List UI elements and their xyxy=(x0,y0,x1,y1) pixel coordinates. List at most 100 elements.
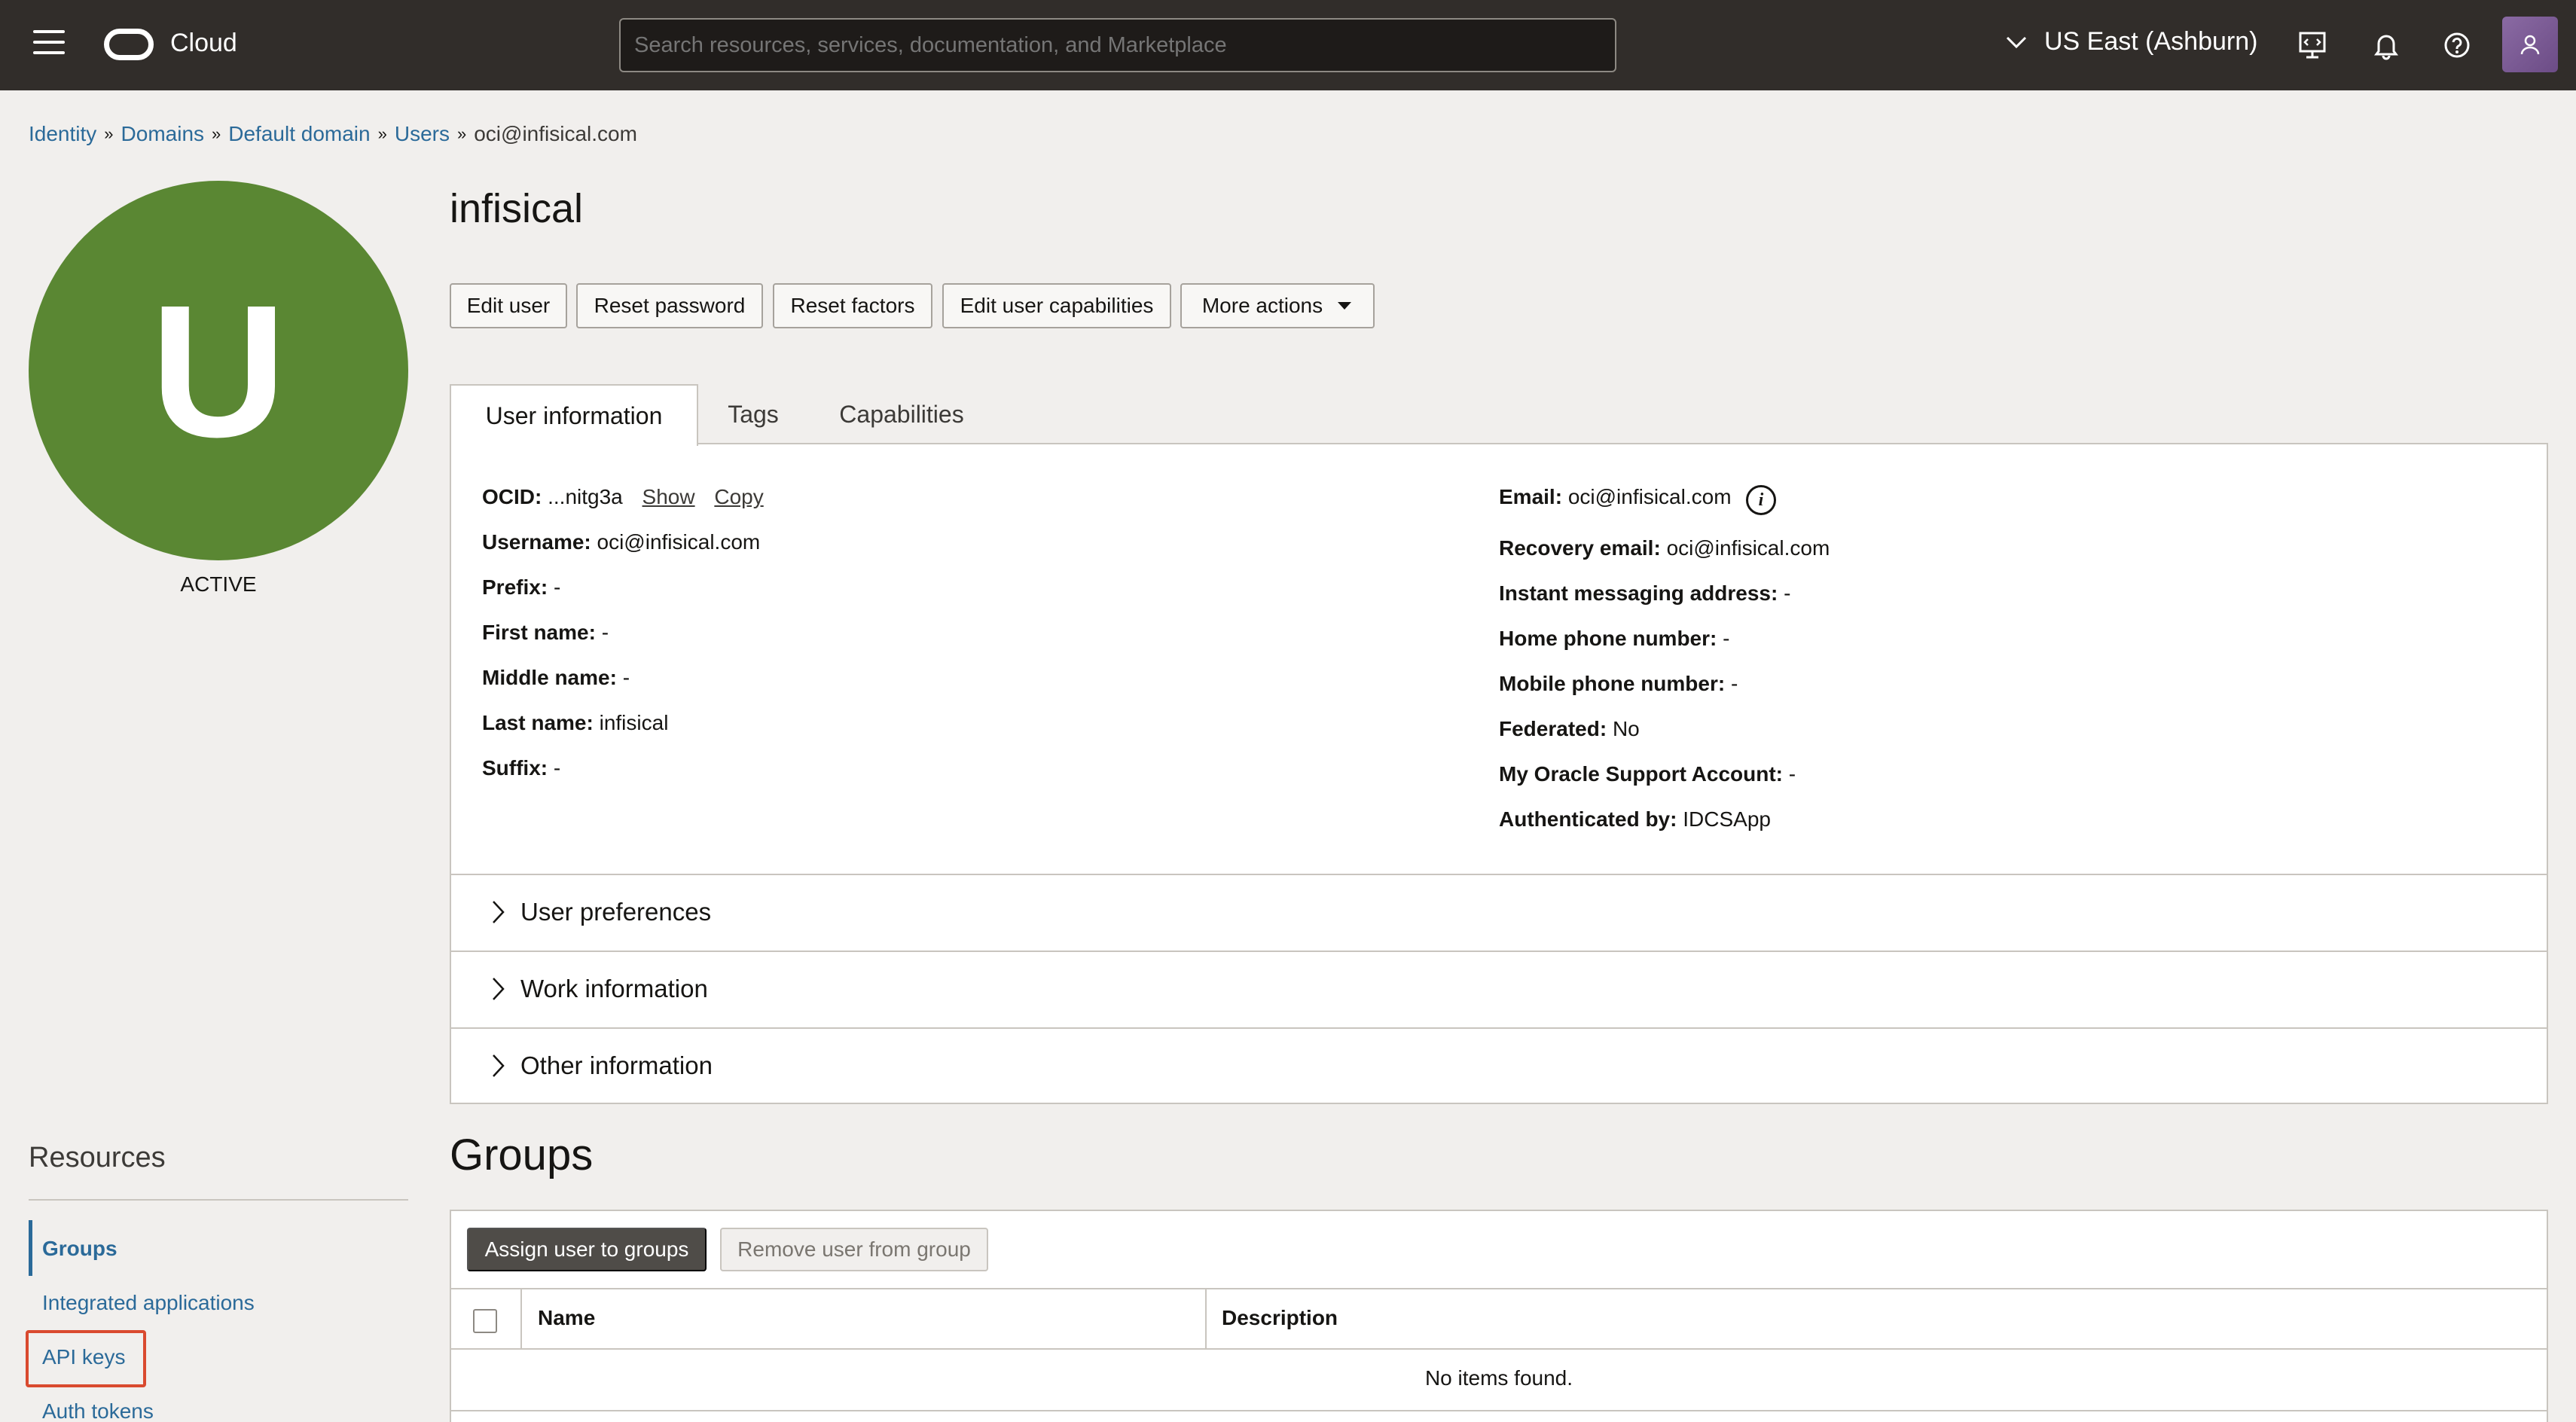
column-header-description[interactable]: Description xyxy=(1222,1306,1338,1330)
breadcrumb-separator: » xyxy=(104,124,114,143)
last-name-label: Last name: xyxy=(482,711,594,734)
first-name-field: First name: - xyxy=(482,621,609,645)
prefix-field: Prefix: - xyxy=(482,575,560,600)
tab-user-information[interactable]: User information xyxy=(450,384,698,446)
ocid-copy-link[interactable]: Copy xyxy=(714,485,763,508)
section-label: Work information xyxy=(520,975,708,1002)
section-label: Other information xyxy=(520,1051,713,1079)
breadcrumb-current: oci@infisical.com xyxy=(474,122,637,145)
user-status: ACTIVE xyxy=(180,572,257,596)
column-divider xyxy=(520,1289,522,1350)
recovery-email-value: oci@infisical.com xyxy=(1666,536,1830,560)
breadcrumb-separator: » xyxy=(212,124,221,143)
federated-value: No xyxy=(1612,717,1640,740)
home-phone-label: Home phone number: xyxy=(1499,627,1717,650)
email-label: Email: xyxy=(1499,485,1563,508)
recovery-email-label: Recovery email: xyxy=(1499,536,1661,560)
edit-user-button[interactable]: Edit user xyxy=(450,283,567,328)
authenticated-by-value: IDCSApp xyxy=(1683,807,1771,831)
region-selector[interactable]: US East (Ashburn) xyxy=(2005,27,2257,56)
more-actions-button[interactable]: More actions xyxy=(1180,283,1375,328)
suffix-label: Suffix: xyxy=(482,756,548,780)
assign-user-to-groups-button[interactable]: Assign user to groups xyxy=(467,1228,707,1271)
other-information-section[interactable]: Other information xyxy=(451,1027,2547,1103)
first-name-value: - xyxy=(601,621,609,644)
ocid-value: ...nitg3a xyxy=(548,485,623,508)
oracle-support-value: - xyxy=(1788,762,1796,786)
breadcrumb-identity[interactable]: Identity xyxy=(29,122,96,146)
work-information-section[interactable]: Work information xyxy=(451,951,2547,1026)
mobile-phone-field: Mobile phone number: - xyxy=(1499,672,1738,696)
breadcrumb: Identity » Domains » Default domain » Users… xyxy=(29,122,637,146)
instant-messaging-label: Instant messaging address: xyxy=(1499,581,1778,605)
home-phone-value: - xyxy=(1723,627,1730,650)
username-value: oci@infisical.com xyxy=(597,530,761,554)
suffix-field: Suffix: - xyxy=(482,756,560,780)
oracle-logo[interactable] xyxy=(104,29,154,60)
page-title: infisical xyxy=(450,186,584,231)
region-label: US East (Ashburn) xyxy=(2044,27,2258,56)
bell-icon[interactable] xyxy=(2368,27,2404,63)
info-icon[interactable]: i xyxy=(1746,485,1776,515)
instant-messaging-field: Instant messaging address: - xyxy=(1499,581,1790,606)
resources-heading: Resources xyxy=(29,1142,166,1173)
breadcrumb-domains[interactable]: Domains xyxy=(121,122,204,146)
username-field: Username: oci@infisical.com xyxy=(482,530,760,554)
chevron-down-icon xyxy=(2006,36,2027,48)
resource-integrated-applications-link[interactable]: Integrated applications xyxy=(42,1291,255,1315)
first-name-label: First name: xyxy=(482,621,596,644)
home-phone-field: Home phone number: - xyxy=(1499,627,1729,651)
remove-user-from-group-button: Remove user from group xyxy=(720,1228,988,1271)
mobile-phone-label: Mobile phone number: xyxy=(1499,672,1726,695)
middle-name-value: - xyxy=(622,666,630,689)
search-input[interactable] xyxy=(619,18,1616,72)
caret-down-icon xyxy=(1338,302,1352,310)
oracle-support-field: My Oracle Support Account: - xyxy=(1499,762,1796,786)
breadcrumb-default-domain[interactable]: Default domain xyxy=(228,122,370,146)
breadcrumb-users[interactable]: Users xyxy=(395,122,450,146)
prefix-label: Prefix: xyxy=(482,575,548,599)
profile-icon[interactable] xyxy=(2502,17,2558,72)
user-preferences-section[interactable]: User preferences xyxy=(451,874,2547,949)
column-divider xyxy=(1205,1289,1207,1350)
tab-capabilities[interactable]: Capabilities xyxy=(821,384,982,444)
chevron-right-icon xyxy=(493,1054,505,1077)
user-avatar: U xyxy=(29,181,408,560)
resource-auth-tokens-link[interactable]: Auth tokens xyxy=(42,1399,154,1422)
recovery-email-field: Recovery email: oci@infisical.com xyxy=(1499,536,1830,560)
suffix-value: - xyxy=(553,756,561,780)
instant-messaging-value: - xyxy=(1784,581,1791,605)
email-value: oci@infisical.com xyxy=(1567,485,1732,508)
tab-tags[interactable]: Tags xyxy=(708,384,798,444)
help-icon[interactable] xyxy=(2439,27,2475,63)
edit-user-capabilities-button[interactable]: Edit user capabilities xyxy=(942,283,1171,328)
resource-groups-link[interactable]: Groups xyxy=(42,1237,118,1261)
more-actions-label: More actions xyxy=(1201,294,1323,317)
federated-field: Federated: No xyxy=(1499,717,1640,741)
table-divider xyxy=(451,1410,2547,1411)
empty-state-text: No items found. xyxy=(1424,1366,1573,1390)
resource-api-keys-link[interactable]: API keys xyxy=(42,1345,125,1369)
menu-icon[interactable] xyxy=(33,30,65,60)
username-label: Username: xyxy=(482,530,591,554)
developer-tools-icon[interactable] xyxy=(2294,27,2330,63)
authenticated-by-label: Authenticated by: xyxy=(1499,807,1677,831)
select-all-checkbox[interactable] xyxy=(473,1309,497,1333)
resources-divider xyxy=(29,1199,408,1201)
breadcrumb-separator: » xyxy=(456,124,467,143)
authenticated-by-field: Authenticated by: IDCSApp xyxy=(1499,807,1771,832)
user-icon xyxy=(2520,35,2540,55)
middle-name-label: Middle name: xyxy=(482,666,617,689)
breadcrumb-separator: » xyxy=(377,124,387,143)
reset-factors-button[interactable]: Reset factors xyxy=(773,283,932,328)
column-header-name[interactable]: Name xyxy=(538,1306,595,1330)
groups-heading: Groups xyxy=(450,1131,594,1179)
mobile-phone-value: - xyxy=(1731,672,1738,695)
groups-table-header xyxy=(451,1288,2547,1350)
ocid-show-link[interactable]: Show xyxy=(642,485,695,508)
section-label: User preferences xyxy=(520,898,712,926)
reset-password-button[interactable]: Reset password xyxy=(576,283,763,328)
middle-name-field: Middle name: - xyxy=(482,666,630,690)
app-name[interactable]: Cloud xyxy=(170,29,237,58)
ocid-label: OCID: xyxy=(482,485,542,508)
